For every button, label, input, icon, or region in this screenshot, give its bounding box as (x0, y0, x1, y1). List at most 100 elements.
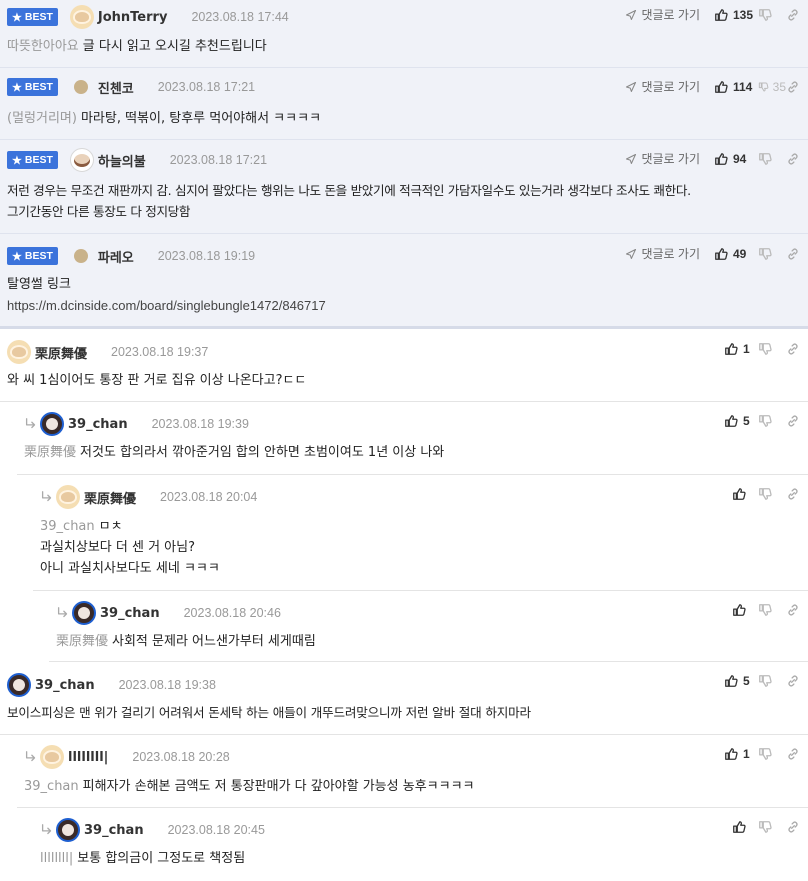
thumbs-up-icon (724, 747, 738, 761)
reply-comment: 39_chan 2023.08.18 19:39 5 栗原舞優 저것도 합의라서 … (17, 402, 808, 475)
best-comment: ★ BEST 진첸코 2023.08.18 17:21 댓글로 가기 114 35… (0, 68, 808, 140)
link-button[interactable] (786, 414, 800, 428)
comment-text: 보이스피싱은 맨 위가 걸리기 어려워서 돈세탁 하는 애들이 개뚜드려맞으니까… (7, 705, 531, 720)
reply-comment: 39_chan 2023.08.18 20:46 栗原舞優 사회적 문제라 어느샌… (49, 591, 808, 662)
thumbs-up-icon (732, 603, 746, 617)
upvote-button[interactable]: 135 (714, 8, 758, 22)
username[interactable]: 하늘의불 (98, 151, 146, 170)
go-to-comment-button[interactable]: 댓글로 가기 (625, 245, 700, 262)
upvote-button[interactable]: 5 (724, 674, 758, 688)
comment-body: llllllll| 보통 합의금이 그정도로 책정됨 (40, 848, 800, 869)
avatar[interactable] (56, 485, 80, 509)
avatar[interactable] (69, 148, 94, 172)
link-button[interactable] (786, 342, 800, 356)
reply-arrow-icon (625, 9, 637, 21)
thumbs-up-icon (732, 820, 746, 834)
upvote-button[interactable] (732, 487, 758, 501)
thumbs-down-icon (758, 674, 772, 688)
downvote-button[interactable] (758, 747, 786, 761)
thumbs-up-icon (732, 487, 746, 501)
mention[interactable]: 栗原舞優 (56, 634, 108, 649)
comment-header: ★ BEST JohnTerry 2023.08.18 17:44 (7, 4, 289, 30)
avatar[interactable] (7, 673, 31, 697)
go-to-comment-button[interactable]: 댓글로 가기 (625, 150, 700, 167)
comment-body: 39_chan ㅁㅊ 과실치상보다 더 센 거 아님? 아니 과실치사보다도 세네… (40, 516, 800, 579)
thumbs-down-icon (758, 8, 772, 22)
downvote-button[interactable] (758, 414, 786, 428)
reply-arrow-icon (625, 248, 637, 260)
mention[interactable]: 39_chan (40, 519, 95, 534)
username[interactable]: 栗原舞優 (35, 343, 87, 362)
go-to-comment-button[interactable]: 댓글로 가기 (625, 6, 700, 23)
downvote-button[interactable] (758, 603, 786, 617)
username[interactable]: 39_chan (35, 678, 95, 693)
username[interactable]: 파레오 (98, 247, 134, 266)
upvote-button[interactable]: 49 (714, 247, 758, 261)
link-button[interactable] (786, 820, 800, 834)
username[interactable]: 39_chan (100, 606, 160, 621)
upvote-button[interactable]: 94 (714, 152, 758, 166)
link-button[interactable] (786, 487, 800, 501)
link-button[interactable] (786, 247, 800, 261)
comment-date: 2023.08.18 19:19 (157, 249, 256, 263)
thumbs-up-icon (714, 152, 728, 166)
comment-actions: 댓글로 가기 94 (625, 150, 800, 167)
username[interactable]: 栗原舞優 (84, 488, 136, 507)
avatar[interactable] (40, 745, 64, 769)
upvote-button[interactable]: 1 (724, 747, 758, 761)
thumbs-down-icon (758, 820, 772, 834)
comment-body: (멀렁거리며) 마라탕, 떡볶이, 탕후루 먹어야해서 ㅋㅋㅋㅋ (7, 108, 800, 129)
downvote-button[interactable] (758, 247, 786, 261)
mention[interactable]: llllllll| (40, 851, 73, 866)
downvote-button[interactable] (758, 674, 786, 688)
username[interactable]: llllllll| (68, 750, 108, 765)
link-icon (786, 747, 800, 761)
avatar[interactable] (73, 80, 88, 94)
link-icon (786, 247, 800, 261)
link-button[interactable] (786, 80, 800, 94)
comment-link[interactable]: https://m.dcinside.com/board/singlebungl… (7, 295, 800, 316)
username[interactable]: 39_chan (68, 417, 128, 432)
best-badge: ★ BEST (7, 151, 58, 169)
avatar[interactable] (7, 340, 31, 364)
comment-actions: 댓글로 가기 49 (625, 245, 800, 262)
link-button[interactable] (786, 747, 800, 761)
avatar[interactable] (69, 5, 94, 29)
username[interactable]: 39_chan (84, 823, 144, 838)
link-button[interactable] (786, 152, 800, 166)
best-badge: ★ BEST (7, 78, 58, 96)
avatar[interactable] (40, 412, 64, 436)
mention[interactable]: 따뜻한아아요 (7, 39, 79, 54)
link-icon (786, 414, 800, 428)
downvote-button[interactable]: 35 (758, 80, 786, 94)
mention[interactable]: 39_chan (24, 779, 79, 794)
avatar[interactable] (72, 601, 96, 625)
link-button[interactable] (786, 603, 800, 617)
upvote-button[interactable]: 1 (724, 342, 758, 356)
upvote-button[interactable]: 5 (724, 414, 758, 428)
avatar[interactable] (56, 818, 80, 842)
link-icon (786, 342, 800, 356)
downvote-button[interactable] (758, 342, 786, 356)
downvote-button[interactable] (758, 487, 786, 501)
comment-body: 39_chan 피해자가 손해본 금액도 저 통장판매가 다 갚아야할 가능성 농… (24, 776, 800, 797)
comment-text: 피해자가 손해본 금액도 저 통장판매가 다 갚아야할 가능성 농후ㅋㅋㅋㅋ (82, 779, 475, 794)
comment-date: 2023.08.18 19:38 (118, 678, 216, 692)
downvote-button[interactable] (758, 8, 786, 22)
comment-actions (732, 603, 800, 617)
upvote-button[interactable]: 114 (714, 80, 758, 94)
avatar[interactable] (73, 249, 88, 263)
upvote-button[interactable] (732, 603, 758, 617)
link-button[interactable] (786, 674, 800, 688)
go-to-comment-button[interactable]: 댓글로 가기 (625, 78, 700, 95)
downvote-button[interactable] (758, 820, 786, 834)
username[interactable]: JohnTerry (98, 10, 168, 25)
reply-comment: llllllll| 2023.08.18 20:28 1 39_chan 피해자가… (17, 735, 808, 808)
comment-date: 2023.08.18 19:39 (151, 417, 249, 431)
link-icon (786, 603, 800, 617)
username[interactable]: 진첸코 (98, 78, 134, 97)
mention[interactable]: 栗原舞優 (24, 445, 76, 460)
link-button[interactable] (786, 8, 800, 22)
downvote-button[interactable] (758, 152, 786, 166)
upvote-button[interactable] (732, 820, 758, 834)
